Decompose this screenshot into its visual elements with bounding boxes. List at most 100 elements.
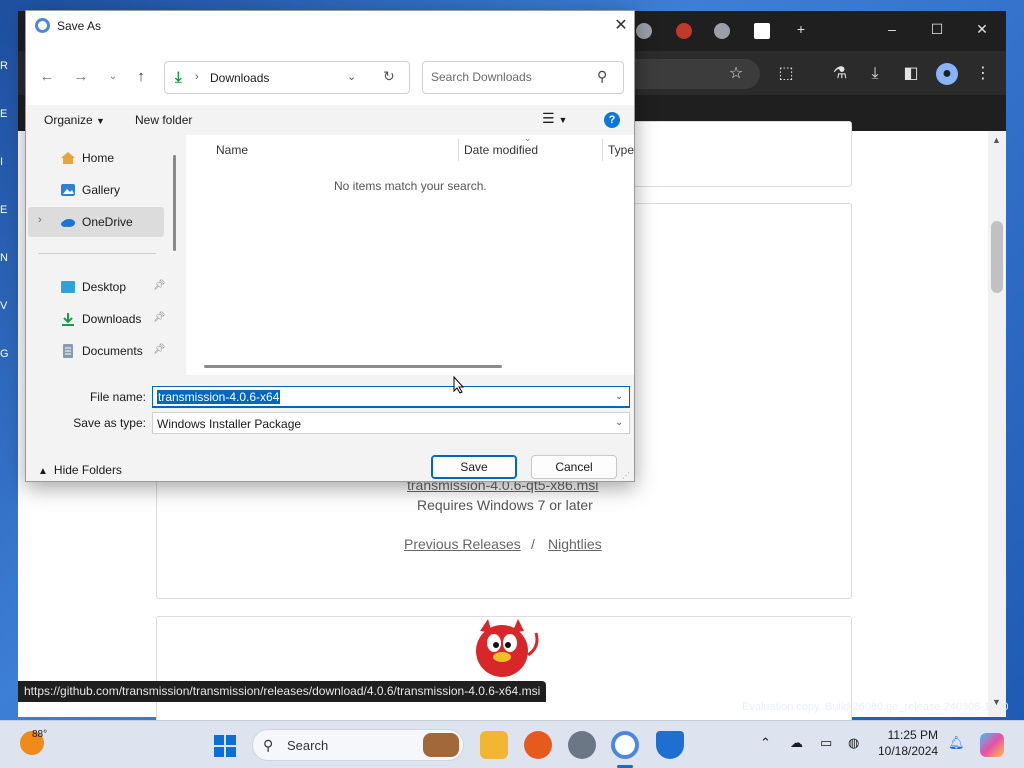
chevron-right-icon[interactable]: ›: [38, 214, 42, 226]
bookmark-star-icon[interactable]: ☆: [725, 63, 747, 85]
resize-grip-icon[interactable]: ⋰: [622, 471, 630, 480]
save-as-type-value: Windows Installer Package: [157, 417, 302, 431]
weather-temperature: 88°: [32, 729, 48, 740]
breadcrumb-folder[interactable]: Downloads: [210, 71, 269, 85]
nav-item-onedrive[interactable]: › OneDrive: [28, 207, 164, 237]
column-header-name[interactable]: Name: [216, 143, 248, 157]
desktop-icon: [61, 281, 75, 293]
nav-item-documents[interactable]: Documents 📌︎: [28, 336, 166, 366]
chevron-down-icon[interactable]: ⌄: [615, 391, 623, 402]
settings-gear-icon[interactable]: [568, 731, 596, 759]
pin-icon[interactable]: 📌︎: [153, 280, 166, 291]
labs-icon[interactable]: ⚗: [829, 63, 851, 85]
copilot-icon[interactable]: [980, 733, 1004, 757]
cancel-button[interactable]: Cancel: [531, 455, 617, 479]
taskbar: 88° ⚲ Search ⌃ ☁ ▭ ◍ 11:25 PM 10/18/2024…: [0, 720, 1024, 768]
column-divider[interactable]: [602, 139, 603, 161]
taskbar-clock[interactable]: 11:25 PM 10/18/2024: [878, 727, 938, 759]
address-breadcrumb[interactable]: ⤓ › Downloads ⌄ ↻: [164, 61, 410, 94]
profile-avatar[interactable]: ●: [936, 63, 958, 85]
search-input[interactable]: [431, 70, 591, 84]
pin-icon[interactable]: 📌︎: [153, 312, 166, 323]
previous-releases-link[interactable]: Previous Releases: [404, 536, 521, 552]
help-icon[interactable]: ?: [604, 112, 620, 128]
volume-icon[interactable]: ◍: [848, 735, 859, 751]
forward-arrow-icon[interactable]: →: [72, 68, 90, 86]
save-button[interactable]: Save: [431, 455, 517, 479]
close-window-icon[interactable]: ✕: [972, 21, 992, 38]
close-icon[interactable]: ✕: [612, 16, 630, 36]
download-icon: ⤓: [175, 69, 182, 86]
scroll-thumb[interactable]: [991, 221, 1003, 293]
nav-scrollbar[interactable]: [173, 155, 176, 251]
firefox-icon[interactable]: [524, 731, 552, 759]
dialog-footer: ▲ Hide Folders Save Cancel ⋰: [26, 441, 634, 481]
extensions-icon[interactable]: ⬚: [775, 63, 797, 85]
chevron-down-icon[interactable]: ⌄: [347, 70, 356, 83]
view-options-icon[interactable]: ☰ ▼: [542, 110, 567, 127]
dialog-titlebar[interactable]: Save As ✕: [26, 11, 634, 41]
pin-icon[interactable]: 📌︎: [153, 344, 166, 355]
hide-folders-button[interactable]: ▲ Hide Folders: [38, 463, 122, 477]
chevron-down-icon[interactable]: ⌄: [615, 417, 623, 428]
horizontal-scrollbar[interactable]: [204, 365, 502, 368]
recent-locations-chevron-icon[interactable]: ⌄: [104, 68, 122, 86]
scroll-up-icon[interactable]: ▲: [992, 135, 1001, 145]
refresh-icon[interactable]: ↻: [383, 68, 395, 85]
nav-divider: [38, 253, 156, 254]
nav-item-label: Documents: [82, 344, 143, 358]
nav-item-desktop[interactable]: Desktop 📌︎: [28, 272, 166, 302]
column-header-type[interactable]: Type: [608, 143, 634, 157]
tab-favicon[interactable]: [714, 23, 730, 39]
file-name-value[interactable]: transmission-4.0.6-x64: [157, 390, 281, 404]
menu-icon[interactable]: ⋮: [972, 63, 994, 85]
taskbar-search-label: Search: [287, 738, 329, 753]
clock-date: 10/18/2024: [878, 744, 939, 758]
maximize-icon[interactable]: ☐: [927, 21, 947, 38]
document-icon: [63, 344, 73, 358]
display-icon[interactable]: ▭: [820, 735, 832, 751]
minimize-icon[interactable]: –: [882, 21, 902, 37]
defender-shield-icon[interactable]: [656, 731, 684, 759]
breadcrumb-chevron-icon: ›: [195, 71, 199, 83]
empty-list-message: No items match your search.: [334, 179, 487, 193]
up-arrow-icon[interactable]: ↑: [132, 68, 150, 86]
new-folder-button[interactable]: New folder: [135, 113, 192, 127]
file-name-field[interactable]: transmission-4.0.6-x64 ⌄: [152, 386, 630, 408]
back-arrow-icon[interactable]: ←: [38, 68, 56, 86]
network-icon[interactable]: ☁: [790, 735, 803, 751]
nav-item-home[interactable]: Home: [28, 143, 164, 173]
new-tab-icon[interactable]: +: [791, 21, 811, 37]
downloads-icon[interactable]: ⤓: [864, 63, 886, 85]
column-header-date-modified[interactable]: Date modified: [464, 143, 538, 157]
tab-favicon[interactable]: [754, 23, 770, 39]
organize-button[interactable]: Organize ▼: [44, 113, 105, 127]
home-icon: [61, 152, 75, 164]
tab-favicon[interactable]: [676, 23, 692, 39]
column-divider[interactable]: [458, 139, 459, 161]
taskbar-search[interactable]: ⚲ Search: [252, 729, 464, 761]
evaluation-watermark: Evaluation copy. Build 26080.ge_release.…: [742, 701, 1009, 713]
search-icon[interactable]: ⚲: [597, 68, 607, 85]
chevron-up-icon[interactable]: ⌃: [760, 735, 771, 751]
chrome-icon[interactable]: [611, 731, 639, 759]
chrome-icon: [35, 18, 50, 33]
nav-item-downloads[interactable]: Downloads 📌︎: [28, 304, 166, 334]
page-scrollbar[interactable]: ▲ ▼: [988, 131, 1006, 717]
file-list-pane: Name ⌄ Date modified Type No items match…: [186, 133, 634, 375]
side-panel-icon[interactable]: ◧: [900, 63, 922, 85]
link-separator: /: [531, 536, 535, 552]
tab-favicon[interactable]: [636, 23, 652, 39]
notification-bell-icon[interactable]: 🔔︎: [948, 735, 965, 751]
hide-folders-label: Hide Folders: [53, 463, 122, 477]
nav-item-gallery[interactable]: Gallery: [28, 175, 164, 205]
search-box[interactable]: ⚲: [422, 61, 624, 94]
mouse-cursor-icon: [453, 376, 465, 394]
file-explorer-icon[interactable]: [480, 731, 508, 759]
nightlies-link[interactable]: Nightlies: [548, 536, 602, 552]
nav-item-label: Gallery: [82, 183, 121, 197]
start-button[interactable]: [214, 735, 236, 757]
cloud-icon: [61, 219, 75, 227]
nav-item-label: Downloads: [82, 312, 142, 326]
save-as-type-select[interactable]: Windows Installer Package ⌄: [152, 412, 630, 434]
